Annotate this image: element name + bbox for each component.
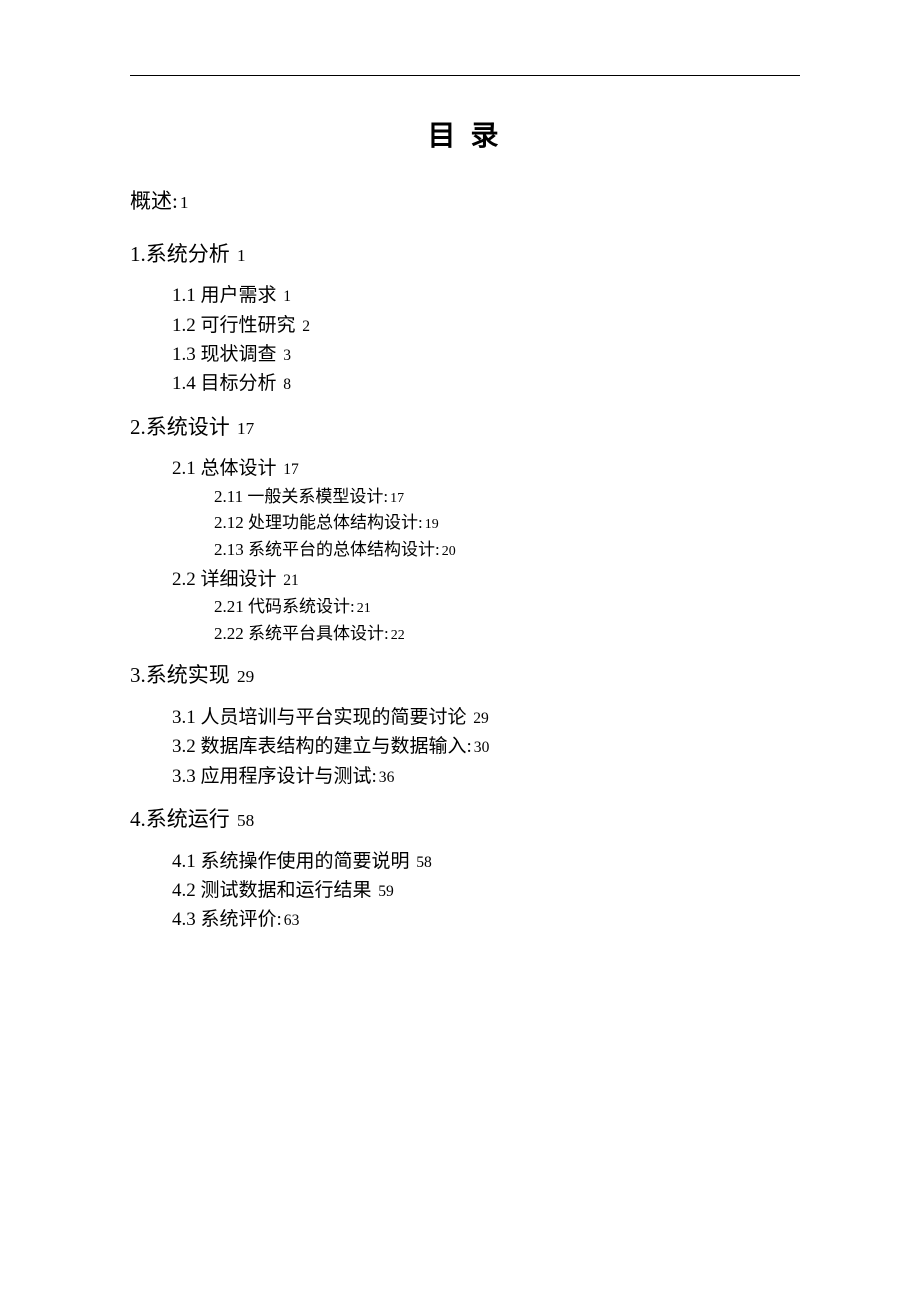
toc-entry-num: 1.2: [172, 315, 196, 336]
toc-entry-level1: 1.系统分析 1: [130, 238, 800, 272]
toc-entry-num: 3.3: [172, 766, 196, 787]
toc-entry-num: 1.1: [172, 285, 196, 306]
toc-entry-level3: 2.12 处理功能总体结构设计:19: [214, 510, 800, 536]
toc-section: 2.系统设计 17 2.1 总体设计 17 2.11 一般关系模型设计:17 2…: [130, 411, 800, 647]
toc-entry-level2: 1.1 用户需求 1: [172, 281, 800, 310]
toc-entry-page: 30: [474, 739, 490, 756]
toc-entry-page: 17: [237, 419, 254, 438]
toc-entry-num: 2.: [130, 415, 146, 439]
toc-entry-num: 3.: [130, 663, 146, 687]
toc-entry-label: 代码系统设计:: [248, 597, 355, 616]
toc-entry-label: 用户需求: [201, 285, 277, 306]
toc-subsection: 2.2 详细设计 21 2.21 代码系统设计:21 2.22 系统平台具体设计…: [130, 565, 800, 647]
toc-entry-num: 1.: [130, 242, 146, 266]
toc-entry-num: 2.12: [214, 513, 244, 532]
toc-entry-page: 17: [283, 461, 299, 478]
toc-overview: 概述:1: [130, 186, 800, 218]
toc-section: 4.系统运行 58 4.1 系统操作使用的简要说明 58 4.2 测试数据和运行…: [130, 803, 800, 935]
toc-entry-page: 1: [283, 288, 291, 305]
toc-entry-label: 系统评价:: [201, 909, 282, 930]
toc-entry-page: 2: [302, 318, 310, 335]
toc-entry-level2: 2.1 总体设计 17: [172, 454, 800, 483]
horizontal-rule: [130, 75, 800, 76]
toc-entry-page: 20: [442, 544, 456, 559]
toc-entry-level2: 3.3 应用程序设计与测试:36: [172, 762, 800, 791]
toc-entry-num: 2.13: [214, 540, 244, 559]
toc-entry-label: 总体设计: [201, 458, 277, 479]
toc-entry-label: 现状调查: [201, 344, 277, 365]
toc-entry-page: 29: [473, 710, 489, 727]
toc-entry-label: 目标分析: [201, 373, 277, 394]
toc-section: 3.系统实现 29 3.1 人员培训与平台实现的简要讨论 29 3.2 数据库表…: [130, 659, 800, 791]
toc-entry-label: 详细设计: [201, 569, 277, 590]
toc-entry-label: 人员培训与平台实现的简要讨论: [201, 707, 467, 728]
toc-entry-num: 2.2: [172, 569, 196, 590]
toc-entry-num: 1.4: [172, 373, 196, 394]
toc-entry-level3: 2.13 系统平台的总体结构设计:20: [214, 537, 800, 563]
toc-entry-num: 4.: [130, 807, 146, 831]
toc-entry-level2: 2.2 详细设计 21: [172, 565, 800, 594]
toc-entry-label: 数据库表结构的建立与数据输入:: [201, 736, 472, 757]
toc-entry-page: 1: [180, 193, 189, 212]
toc-entry-level3: 2.21 代码系统设计:21: [214, 594, 800, 620]
toc-entry-page: 59: [378, 883, 394, 900]
toc-entry-label: 处理功能总体结构设计:: [248, 513, 423, 532]
toc-entry-page: 1: [237, 246, 246, 265]
toc-entry-page: 36: [379, 769, 395, 786]
toc-entry-page: 3: [283, 347, 291, 364]
toc-entry-page: 29: [237, 667, 254, 686]
toc-entry-label: 系统运行: [146, 807, 230, 831]
toc-entry-level1: 2.系统设计 17: [130, 411, 800, 445]
document-page: 目 录 概述:1 1.系统分析 1 1.1 用户需求 1 1.2 可行性研究 2…: [0, 0, 920, 935]
toc-entry-level2: 1.4 目标分析 8: [172, 369, 800, 398]
toc-section: 1.系统分析 1 1.1 用户需求 1 1.2 可行性研究 2 1.3 现状调查…: [130, 238, 800, 399]
toc-entry-label: 系统实现: [146, 663, 230, 687]
toc-entry-num: 2.1: [172, 458, 196, 479]
toc-entry-num: 4.3: [172, 909, 196, 930]
toc-entry-label: 概述:: [130, 189, 178, 213]
toc-entry-label: 系统平台具体设计:: [248, 624, 389, 643]
toc-entry-page: 8: [283, 376, 291, 393]
toc-entry-level2: 1.2 可行性研究 2: [172, 311, 800, 340]
toc-subsection: 2.1 总体设计 17 2.11 一般关系模型设计:17 2.12 处理功能总体…: [130, 454, 800, 562]
toc-entry-level3: 2.22 系统平台具体设计:22: [214, 621, 800, 647]
toc-entry-label: 系统设计: [146, 415, 230, 439]
toc-entry-page: 17: [390, 491, 404, 506]
toc-entry-num: 3.2: [172, 736, 196, 757]
toc-entry-level1: 3.系统实现 29: [130, 659, 800, 693]
toc-entry-num: 2.22: [214, 624, 244, 643]
toc-entry-level1: 4.系统运行 58: [130, 803, 800, 837]
toc-entry-label: 一般关系模型设计:: [247, 487, 388, 506]
toc-entry-page: 58: [416, 854, 432, 871]
toc-entry-page: 58: [237, 811, 254, 830]
toc-entry-page: 19: [425, 517, 439, 532]
toc-entry-label: 系统平台的总体结构设计:: [248, 540, 440, 559]
toc-entry-level2: 3.1 人员培训与平台实现的简要讨论 29: [172, 703, 800, 732]
toc-entry-page: 21: [357, 601, 371, 616]
toc-entry-label: 应用程序设计与测试:: [201, 766, 377, 787]
toc-entry-level2: 1.3 现状调查 3: [172, 340, 800, 369]
toc-entry-num: 2.21: [214, 597, 244, 616]
toc-entry-label: 系统分析: [146, 242, 230, 266]
toc-entry-level2: 4.2 测试数据和运行结果 59: [172, 876, 800, 905]
toc-entry-level2: 4.3 系统评价:63: [172, 905, 800, 934]
toc-title: 目 录: [130, 114, 800, 154]
toc-entry-num: 4.2: [172, 880, 196, 901]
toc-entry-label: 可行性研究: [201, 315, 296, 336]
toc-entry-page: 63: [284, 912, 300, 929]
toc-entry-level2: 4.1 系统操作使用的简要说明 58: [172, 847, 800, 876]
toc-entry-num: 4.1: [172, 851, 196, 872]
toc-entry-level2: 3.2 数据库表结构的建立与数据输入:30: [172, 732, 800, 761]
toc-entry-label: 测试数据和运行结果: [201, 880, 372, 901]
toc-entry-num: 1.3: [172, 344, 196, 365]
toc-entry-label: 系统操作使用的简要说明: [201, 851, 410, 872]
toc-entry-num: 2.11: [214, 487, 243, 506]
toc-entry-num: 3.1: [172, 707, 196, 728]
toc-entry-page: 22: [391, 628, 405, 643]
toc-entry-page: 21: [283, 572, 299, 589]
toc-entry-level3: 2.11 一般关系模型设计:17: [214, 484, 800, 510]
